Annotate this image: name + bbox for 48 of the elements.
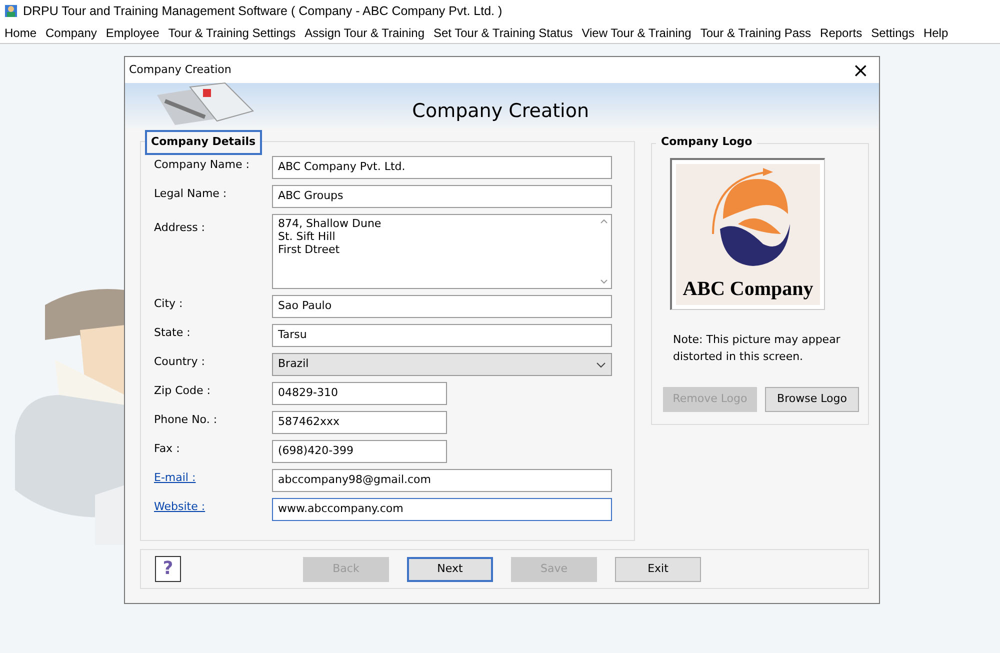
scrollbar-drawing bbox=[599, 217, 609, 286]
app-icon bbox=[4, 4, 18, 18]
close-button[interactable]: × bbox=[846, 60, 875, 80]
help-button[interactable]: ? bbox=[155, 556, 181, 582]
field-label: Country : bbox=[153, 354, 206, 370]
input-field[interactable]: abccompany98@gmail.com bbox=[272, 469, 612, 492]
menu-item[interactable]: Reports bbox=[816, 24, 867, 42]
dialog-heading: Company Creation bbox=[412, 100, 589, 122]
field-link[interactable]: E-mail : bbox=[141, 469, 272, 486]
note-text: Note: This picture may appear distorted in this screen. bbox=[673, 332, 842, 364]
input-field[interactable]: ABC Company Pvt. Ltd. bbox=[272, 156, 612, 179]
dialog-title: Company Creation bbox=[129, 62, 232, 78]
chevron-down-icon bbox=[596, 362, 606, 368]
menu-item[interactable]: Settings bbox=[866, 24, 919, 42]
dialog-button[interactable]: Next bbox=[407, 556, 493, 582]
address-field[interactable]: 874, Shallow Dune St. Sift Hill First Dtreet bbox=[272, 214, 612, 289]
menu-item[interactable]: Employee bbox=[101, 24, 164, 42]
field-label: Legal Name : bbox=[153, 186, 228, 202]
menu-item[interactable]: Home bbox=[0, 24, 42, 42]
menu-item[interactable]: Assign Tour & Training bbox=[300, 24, 429, 42]
menu-item[interactable]: Set Tour & Training Status bbox=[429, 24, 578, 42]
menu-item[interactable]: Tour & Training Settings bbox=[164, 24, 300, 42]
logo-text: ABC Company bbox=[682, 277, 814, 302]
dialog-button[interactable]: Exit bbox=[615, 556, 701, 582]
field-label: Address : bbox=[153, 220, 206, 236]
menu-item[interactable]: Help bbox=[918, 24, 953, 42]
menu-item[interactable]: Company bbox=[41, 24, 102, 42]
menu-item[interactable]: Tour & Training Pass bbox=[696, 24, 816, 42]
input-field[interactable]: Tarsu bbox=[272, 324, 612, 347]
menu-item[interactable]: View Tour & Training bbox=[577, 24, 696, 42]
country-dropdown[interactable]: Brazil bbox=[272, 353, 612, 376]
input-field[interactable]: 04829-310 bbox=[272, 382, 447, 405]
input-field[interactable]: Sao Paulo bbox=[272, 295, 612, 318]
input-field[interactable]: (698)420-399 bbox=[272, 440, 447, 463]
dialog-button[interactable]: Browse Logo bbox=[765, 387, 859, 412]
field-label: City : bbox=[153, 296, 184, 312]
field-label: Zip Code : bbox=[153, 383, 212, 399]
field-label: State : bbox=[153, 325, 192, 341]
group-legend: Company Details bbox=[145, 130, 262, 154]
field-label: Company Name : bbox=[153, 157, 250, 173]
field-link[interactable]: Website : bbox=[141, 498, 272, 516]
field-label: Fax : bbox=[153, 441, 181, 457]
notebook-pen-icon bbox=[155, 81, 255, 125]
window-title: DRPU Tour and Training Management Software ( Company - ABC Company Pvt. Ltd. ) bbox=[23, 2, 502, 20]
input-field[interactable]: 587462xxx bbox=[272, 411, 447, 434]
input-field[interactable]: ABC Groups bbox=[272, 185, 612, 208]
input-field[interactable]: www.abccompany.com bbox=[272, 498, 612, 521]
field-label: Phone No. : bbox=[153, 412, 218, 428]
